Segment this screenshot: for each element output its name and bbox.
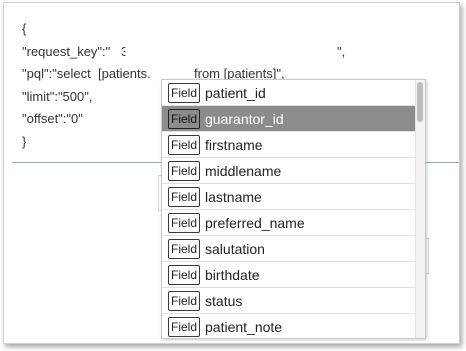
limit-line: "limit":"500", — [22, 88, 93, 104]
autocomplete-item[interactable]: Field salutation — [162, 236, 425, 262]
field-name-label: salutation — [205, 240, 265, 257]
field-type-badge: Field — [168, 238, 201, 259]
pql-label: "pql":"select [patients. — [22, 66, 151, 81]
field-type-badge: Field — [168, 290, 201, 311]
autocomplete-item[interactable]: Field birthdate — [162, 262, 425, 288]
field-name-label: birthdate — [205, 266, 260, 283]
offset-line: "offset":"0" — [22, 111, 83, 126]
dropdown-scrollbar[interactable] — [415, 80, 425, 338]
field-type-badge: Field — [168, 186, 201, 207]
field-type-badge: Field — [168, 264, 201, 285]
autocomplete-item[interactable]: Field middlename — [162, 158, 425, 184]
field-name-label: preferred_name — [205, 214, 305, 231]
field-type-badge: Field — [168, 212, 201, 233]
field-name-label: patient_id — [205, 84, 266, 101]
field-type-badge: Field — [168, 134, 201, 155]
app-window: { "request_key":" 3 ", "pql":"select [pa… — [3, 2, 460, 344]
field-type-badge: Field — [168, 160, 201, 181]
request-key-label: "request_key":" — [22, 43, 111, 59]
field-name-label: lastname — [205, 188, 262, 205]
field-name-label: firstname — [205, 136, 263, 153]
code-line-open: { — [4, 18, 459, 41]
autocomplete-item[interactable]: Field patient_id — [162, 80, 425, 106]
autocomplete-list: Field patient_id Field guarantor_id Field fir… — [162, 80, 425, 338]
autocomplete-item[interactable]: Field firstname — [162, 132, 425, 158]
field-type-badge: Field — [168, 82, 201, 103]
open-brace: { — [22, 21, 27, 36]
autocomplete-dropdown[interactable]: Field patient_id Field guarantor_id Field fir… — [161, 79, 426, 339]
close-brace: } — [22, 133, 27, 149]
field-name-label: middlename — [205, 162, 282, 179]
autocomplete-item[interactable]: Field preferred_name — [162, 210, 425, 236]
autocomplete-item[interactable]: Field lastname — [162, 184, 425, 210]
code-line-request-key: "request_key":" 3 ", — [4, 41, 459, 64]
field-name-label: patient_note — [205, 318, 283, 335]
autocomplete-item[interactable]: Field guarantor_id — [162, 106, 425, 132]
field-name-label: guarantor_id — [205, 110, 284, 127]
field-name-label: status — [205, 292, 243, 309]
autocomplete-item[interactable]: Field patient_note — [162, 314, 425, 338]
request-key-value-end: ", — [337, 43, 346, 59]
field-type-badge: Field — [168, 316, 201, 337]
request-key-value-start: 3 — [121, 43, 129, 59]
field-type-badge: Field — [168, 108, 201, 129]
scrollbar-thumb[interactable] — [417, 82, 423, 122]
autocomplete-item[interactable]: Field status — [162, 288, 425, 314]
